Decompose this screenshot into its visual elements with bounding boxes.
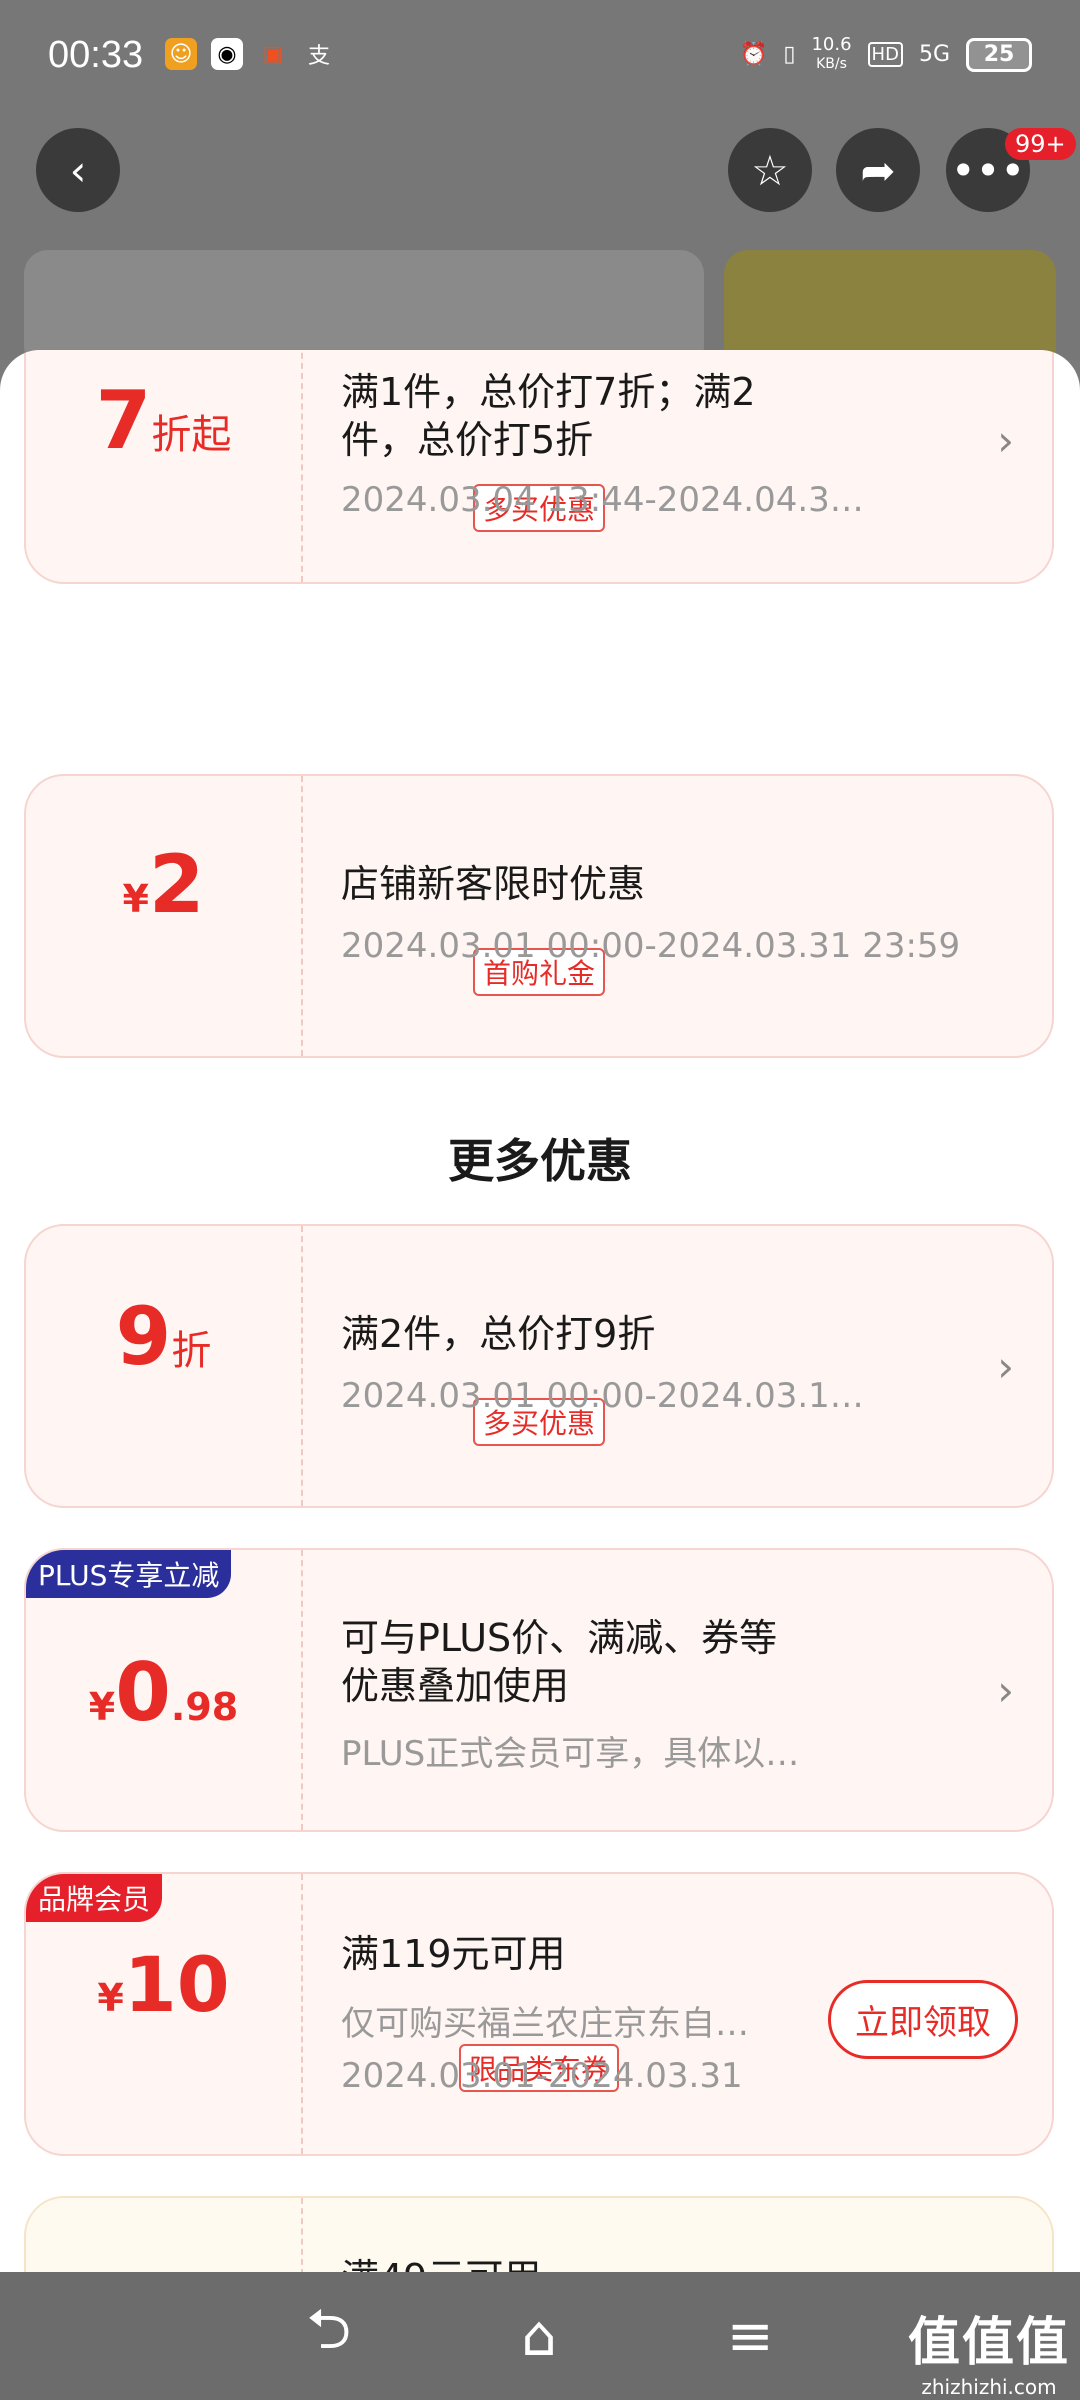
notification-icons: ☺ ◉ ▣ 支 xyxy=(165,38,335,70)
chevron-right-icon: › xyxy=(997,1342,1014,1391)
promo-card-brand-coupon: 品牌会员 ¥10 限品类东券 满119元可用 仅可购买福兰农庄京东自… 2024… xyxy=(24,1872,1054,2156)
coupon-amount: 10 xyxy=(123,1940,230,2029)
promo-card-coupon: 满49元可用 xyxy=(24,2196,1054,2272)
discount-unit: 折 xyxy=(171,1328,212,1374)
favorite-button[interactable]: ☆ xyxy=(728,128,812,212)
promo-desc-cont: 件，总价打5折 xyxy=(341,418,594,462)
currency-symbol: ¥ xyxy=(122,877,149,921)
alipay-icon: 支 xyxy=(307,44,330,69)
status-time: 00:33 xyxy=(48,34,144,76)
promo-date: 2024.03.01 00:00-2024.03.31 23:59 xyxy=(341,926,961,966)
discount-amount: 7 xyxy=(95,374,152,467)
plus-amount: 0 xyxy=(115,1646,171,1739)
app-notification-icon: ☺ xyxy=(165,38,197,70)
star-icon: ☆ xyxy=(751,145,789,195)
share-button[interactable]: ➦ xyxy=(836,128,920,212)
promo-desc: 店铺新客限时优惠 xyxy=(341,862,646,906)
gift-value: ¥2 xyxy=(26,838,301,931)
card-divider xyxy=(301,776,303,1056)
vibrate-icon: ▯ xyxy=(783,42,796,67)
currency-symbol: ¥ xyxy=(88,1685,116,1729)
watermark-logo: 值值值 xyxy=(907,2313,1070,2373)
more-promotions-heading: 更多优惠 xyxy=(448,1134,632,1188)
promo-date: 2024.03.04 13:44-2024.04.3… xyxy=(341,480,864,520)
coupon-threshold: 满49元可用 xyxy=(341,2254,541,2272)
brand-member-tag: 品牌会员 xyxy=(26,1874,163,1922)
battery-icon: 25 xyxy=(966,37,1032,72)
net-speed-unit: KB/s xyxy=(816,56,847,72)
back-button[interactable]: ‹ xyxy=(36,128,120,212)
home-nav-icon[interactable]: ⌂ xyxy=(521,2304,557,2369)
promotions-sheet: 优惠 × 7折起 多买优惠 满1件，总价打7折；满2 件，总价打5折 2024.… xyxy=(0,350,1080,2272)
coupon-scope: 仅可购买福兰农庄京东自… xyxy=(341,2004,749,2044)
card-divider xyxy=(301,1874,303,2154)
status-bar: 00:33 ☺ ◉ ▣ 支 ⏰ ▯ 10.6 KB/s HD 5G 25 xyxy=(0,0,1080,115)
net-speed: 10.6 KB/s xyxy=(811,36,851,73)
card-divider xyxy=(301,2198,303,2272)
promo-desc: 满2件，总价打9折 xyxy=(341,1312,656,1356)
chevron-right-icon: › xyxy=(997,416,1014,465)
status-right: ⏰ ▯ 10.6 KB/s HD 5G 25 xyxy=(740,36,1032,73)
claim-coupon-button[interactable]: 立即领取 xyxy=(828,1980,1018,2059)
discount-unit: 折起 xyxy=(151,412,232,458)
hd-icon: HD xyxy=(867,42,903,67)
discount-value: 7折起 xyxy=(26,374,301,467)
promo-card-first-purchase: ¥2 首购礼金 店铺新客限时优惠 2024.03.01 00:00-2024.0… xyxy=(24,774,1054,1058)
share-icon: ➦ xyxy=(860,145,896,195)
promo-card-multi-buy[interactable]: 7折起 多买优惠 满1件，总价打7折；满2 件，总价打5折 2024.03.04… xyxy=(24,350,1054,584)
discount-value: 9折 xyxy=(26,1290,301,1383)
qq-icon: ◉ xyxy=(211,38,243,70)
app-notification-icon: ▣ xyxy=(262,41,284,67)
card-divider xyxy=(301,350,303,582)
back-nav-icon[interactable]: ⮌ xyxy=(306,2289,351,2384)
chevron-right-icon: › xyxy=(997,1666,1014,1715)
promo-note: PLUS正式会员可享，具体以… xyxy=(341,1734,800,1774)
watermark-domain: zhizhizhi.com xyxy=(921,2375,1057,2399)
plus-decimal: .98 xyxy=(170,1685,239,1729)
alarm-icon: ⏰ xyxy=(739,42,768,67)
coupon-date: 2024.03.01-2024.03.31 xyxy=(341,2056,743,2096)
card-divider xyxy=(301,1226,303,1506)
net-speed-value: 10.6 xyxy=(811,34,852,55)
promo-card-multi-buy[interactable]: 9折 多买优惠 满2件，总价打9折 2024.03.01 00:00-2024.… xyxy=(24,1224,1054,1508)
message-count-badge: 99+ xyxy=(1005,128,1076,160)
chevron-left-icon: ‹ xyxy=(69,145,87,195)
discount-amount: 9 xyxy=(115,1290,172,1383)
promo-desc: 可与PLUS价、满减、券等 xyxy=(341,1616,778,1660)
menu-nav-icon[interactable]: ≡ xyxy=(727,2304,774,2369)
currency-symbol: ¥ xyxy=(97,1976,124,2020)
promo-desc-cont: 优惠叠加使用 xyxy=(341,1664,570,1708)
coupon-threshold: 满119元可用 xyxy=(341,1932,566,1976)
card-divider xyxy=(301,1550,303,1830)
signal-icon: 5G xyxy=(918,42,950,67)
promo-date: 2024.03.01 00:00-2024.03.1… xyxy=(341,1376,864,1416)
plus-discount-value: ¥0.98 xyxy=(26,1646,301,1739)
promo-desc: 满1件，总价打7折；满2 xyxy=(341,370,756,414)
promo-card-plus[interactable]: PLUS专享立减 ¥0.98 可与PLUS价、满减、券等 优惠叠加使用 PLUS… xyxy=(24,1548,1054,1832)
watermark: 值值值 zhizhizhi.com xyxy=(908,2300,1070,2399)
gift-amount: 2 xyxy=(148,838,205,931)
plus-tag: PLUS专享立减 xyxy=(26,1550,232,1598)
coupon-value: ¥10 xyxy=(26,1940,301,2029)
